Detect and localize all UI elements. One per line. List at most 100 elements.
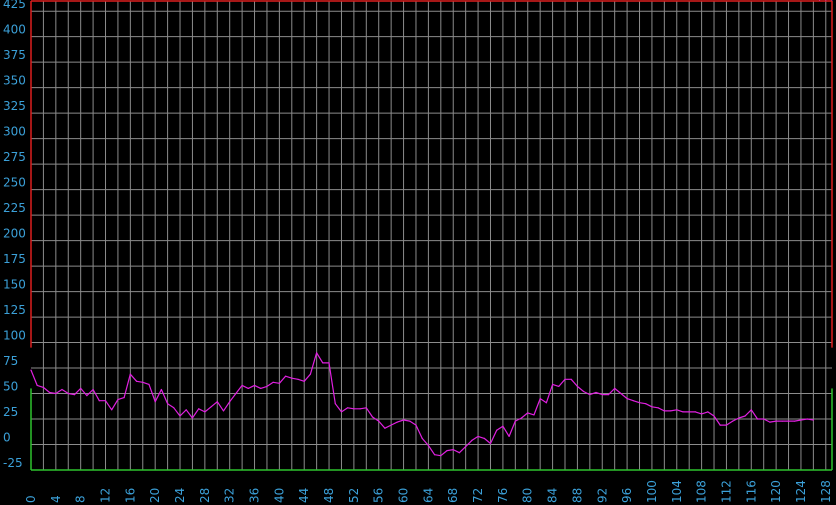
- data-point: [483, 437, 485, 439]
- data-point: [167, 403, 169, 405]
- data-point: [595, 391, 597, 394]
- data-point: [713, 415, 715, 417]
- data-point: [520, 417, 523, 419]
- data-point: [173, 407, 175, 409]
- x-tick-label: 8: [74, 495, 88, 503]
- data-point: [340, 411, 343, 413]
- x-tick-label: 60: [397, 488, 411, 503]
- y-tick-label: 325: [3, 99, 26, 113]
- data-point: [701, 413, 703, 415]
- data-point: [204, 411, 206, 413]
- data-point: [216, 401, 218, 403]
- data-point: [632, 400, 634, 402]
- data-point: [787, 420, 790, 422]
- x-tick-label: 68: [446, 488, 460, 503]
- data-point: [601, 394, 603, 396]
- data-point: [303, 380, 305, 382]
- data-point: [148, 383, 150, 385]
- data-point: [607, 394, 610, 396]
- data-point: [129, 373, 131, 375]
- data-point: [769, 421, 771, 423]
- y-tick-label: 25: [3, 405, 18, 419]
- y-tick-label: 125: [3, 303, 26, 317]
- data-point: [781, 420, 783, 422]
- y-tick-label: 300: [3, 125, 26, 139]
- data-point: [266, 385, 268, 387]
- data-point: [539, 398, 541, 400]
- data-point: [694, 411, 697, 413]
- data-point: [496, 429, 498, 431]
- data-point: [378, 420, 380, 422]
- data-point: [247, 387, 249, 389]
- data-point: [285, 375, 287, 377]
- data-point: [576, 385, 579, 387]
- data-point: [260, 387, 262, 389]
- x-tick-label: 120: [769, 480, 783, 503]
- data-point: [55, 392, 57, 395]
- data-point: [396, 421, 398, 423]
- data-point: [626, 398, 628, 400]
- data-point: [272, 381, 274, 383]
- data-point: [670, 410, 672, 412]
- y-tick-label: 50: [3, 380, 18, 394]
- data-point: [471, 439, 473, 441]
- y-tick-label: 200: [3, 227, 26, 241]
- data-point: [558, 385, 560, 387]
- x-tick-label: 124: [794, 480, 808, 503]
- data-point: [86, 395, 88, 397]
- data-point: [806, 418, 808, 420]
- data-point: [142, 381, 144, 383]
- data-point: [36, 384, 38, 386]
- data-point: [638, 402, 641, 404]
- data-point: [30, 369, 32, 371]
- x-tick-label: 80: [521, 488, 535, 503]
- data-point: [688, 411, 690, 413]
- data-point: [452, 449, 454, 451]
- data-point: [763, 418, 765, 420]
- data-point: [651, 406, 653, 408]
- data-point: [49, 391, 51, 394]
- data-point: [489, 442, 492, 445]
- y-tick-label: 0: [3, 431, 11, 445]
- data-point: [353, 408, 355, 410]
- x-tick-label: 24: [173, 488, 187, 503]
- y-tick-label: 350: [3, 74, 26, 88]
- data-point: [570, 378, 572, 380]
- data-point: [502, 425, 504, 427]
- data-point: [111, 409, 113, 411]
- data-point: [527, 412, 529, 414]
- x-tick-label: 32: [223, 488, 237, 503]
- data-point: [458, 452, 460, 454]
- data-point: [434, 454, 436, 456]
- data-point: [92, 388, 94, 391]
- data-point: [154, 401, 156, 403]
- data-point: [589, 394, 591, 396]
- data-point: [123, 397, 125, 399]
- data-point: [328, 362, 330, 364]
- x-tick-label: 104: [670, 480, 684, 503]
- x-tick-label: 100: [645, 480, 659, 503]
- data-point: [253, 384, 256, 386]
- y-tick-label: 225: [3, 201, 26, 215]
- data-point: [719, 424, 721, 426]
- data-point: [645, 403, 647, 405]
- data-point: [750, 409, 752, 411]
- y-tick-label: 400: [3, 23, 26, 37]
- data-point: [347, 407, 349, 409]
- data-point: [191, 417, 193, 419]
- data-point: [185, 409, 187, 411]
- y-tick-label: 75: [3, 354, 18, 368]
- data-point: [241, 384, 243, 386]
- y-tick-label: -25: [3, 456, 23, 470]
- data-point: [117, 399, 119, 401]
- data-point: [812, 419, 815, 421]
- data-point: [222, 410, 225, 412]
- y-tick-label: 375: [3, 48, 26, 62]
- data-point: [198, 408, 200, 410]
- data-point: [278, 382, 280, 384]
- data-point: [235, 392, 237, 395]
- data-point: [620, 392, 622, 395]
- data-point: [365, 407, 367, 409]
- y-tick-label: 250: [3, 176, 26, 190]
- x-tick-label: 16: [123, 488, 137, 503]
